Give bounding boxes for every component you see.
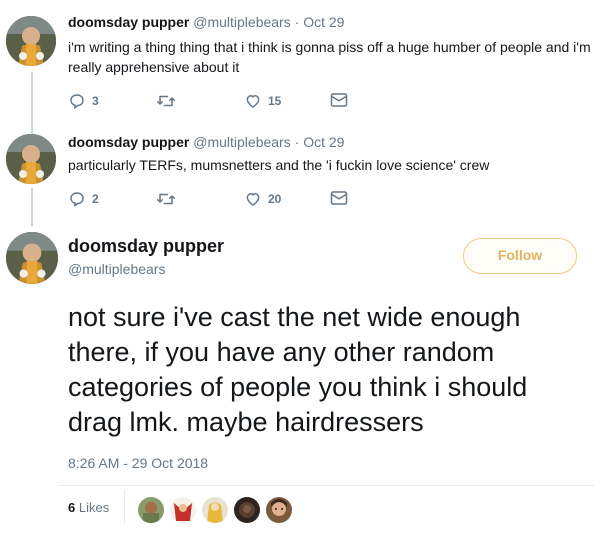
tweet-timestamp[interactable]: 8:26 AM - 29 Oct 2018 xyxy=(68,455,208,471)
separator: · xyxy=(294,134,300,150)
follow-button[interactable]: Follow xyxy=(463,238,577,274)
liker-avatar[interactable] xyxy=(138,497,164,523)
retweet-button[interactable] xyxy=(156,190,182,208)
reply-icon xyxy=(70,94,84,109)
avatar[interactable] xyxy=(6,16,56,66)
retweet-button[interactable] xyxy=(156,92,182,110)
liker-avatar[interactable] xyxy=(266,497,292,523)
heart-icon xyxy=(246,193,260,206)
likes-label: Likes xyxy=(78,500,110,515)
like-button[interactable]: 20 xyxy=(244,190,281,208)
direct-message-button[interactable] xyxy=(330,92,348,108)
liker-avatar[interactable] xyxy=(170,497,196,523)
like-count: 20 xyxy=(268,192,282,206)
tweet-text: not sure i've cast the net wide enough t… xyxy=(68,302,528,437)
tweet-date[interactable]: Oct 29 xyxy=(303,134,344,150)
like-count: 15 xyxy=(268,94,282,108)
liker-avatar[interactable] xyxy=(234,497,260,523)
envelope-icon xyxy=(330,93,348,107)
display-name[interactable]: doomsday pupper xyxy=(68,134,189,150)
reply-count: 3 xyxy=(92,94,99,108)
envelope-icon xyxy=(330,191,348,205)
tweet-actions: 3 15 xyxy=(68,92,368,112)
retweet-icon xyxy=(157,95,175,107)
direct-message-button[interactable] xyxy=(330,190,348,206)
tweet-text: i'm writing a thing thing that i think i… xyxy=(68,39,591,75)
reply-button[interactable]: 2 xyxy=(68,190,99,208)
likes-count: 6 xyxy=(68,500,76,515)
tweet-actions: 2 20 xyxy=(68,190,368,210)
reply-button[interactable]: 3 xyxy=(68,92,99,110)
thread-line xyxy=(31,72,33,134)
divider xyxy=(124,490,125,524)
like-button[interactable]: 15 xyxy=(244,92,281,110)
thread-line xyxy=(31,188,33,226)
display-name[interactable]: doomsday pupper xyxy=(68,14,189,30)
display-name[interactable]: doomsday pupper xyxy=(68,236,224,257)
likes-summary[interactable]: 6 Likes xyxy=(68,500,109,515)
user-handle[interactable]: @multiplebears xyxy=(68,261,165,277)
tweet-header: doomsday pupper @multiplebears · Oct 29 xyxy=(68,14,344,30)
liker-avatar[interactable] xyxy=(202,497,228,523)
heart-icon xyxy=(246,95,260,108)
tweet-text: particularly TERFs, mumsnetters and the … xyxy=(68,157,490,173)
reply-icon xyxy=(70,192,84,207)
retweet-icon xyxy=(157,193,175,205)
reply-count: 2 xyxy=(92,192,99,206)
tweet-header: doomsday pupper @multiplebears · Oct 29 xyxy=(68,134,344,150)
tweet-date[interactable]: Oct 29 xyxy=(303,14,344,30)
divider xyxy=(58,485,594,486)
separator: · xyxy=(294,14,300,30)
user-handle[interactable]: @multiplebears xyxy=(193,14,290,30)
avatar[interactable] xyxy=(6,232,58,284)
avatar[interactable] xyxy=(6,134,56,184)
user-handle[interactable]: @multiplebears xyxy=(193,134,290,150)
